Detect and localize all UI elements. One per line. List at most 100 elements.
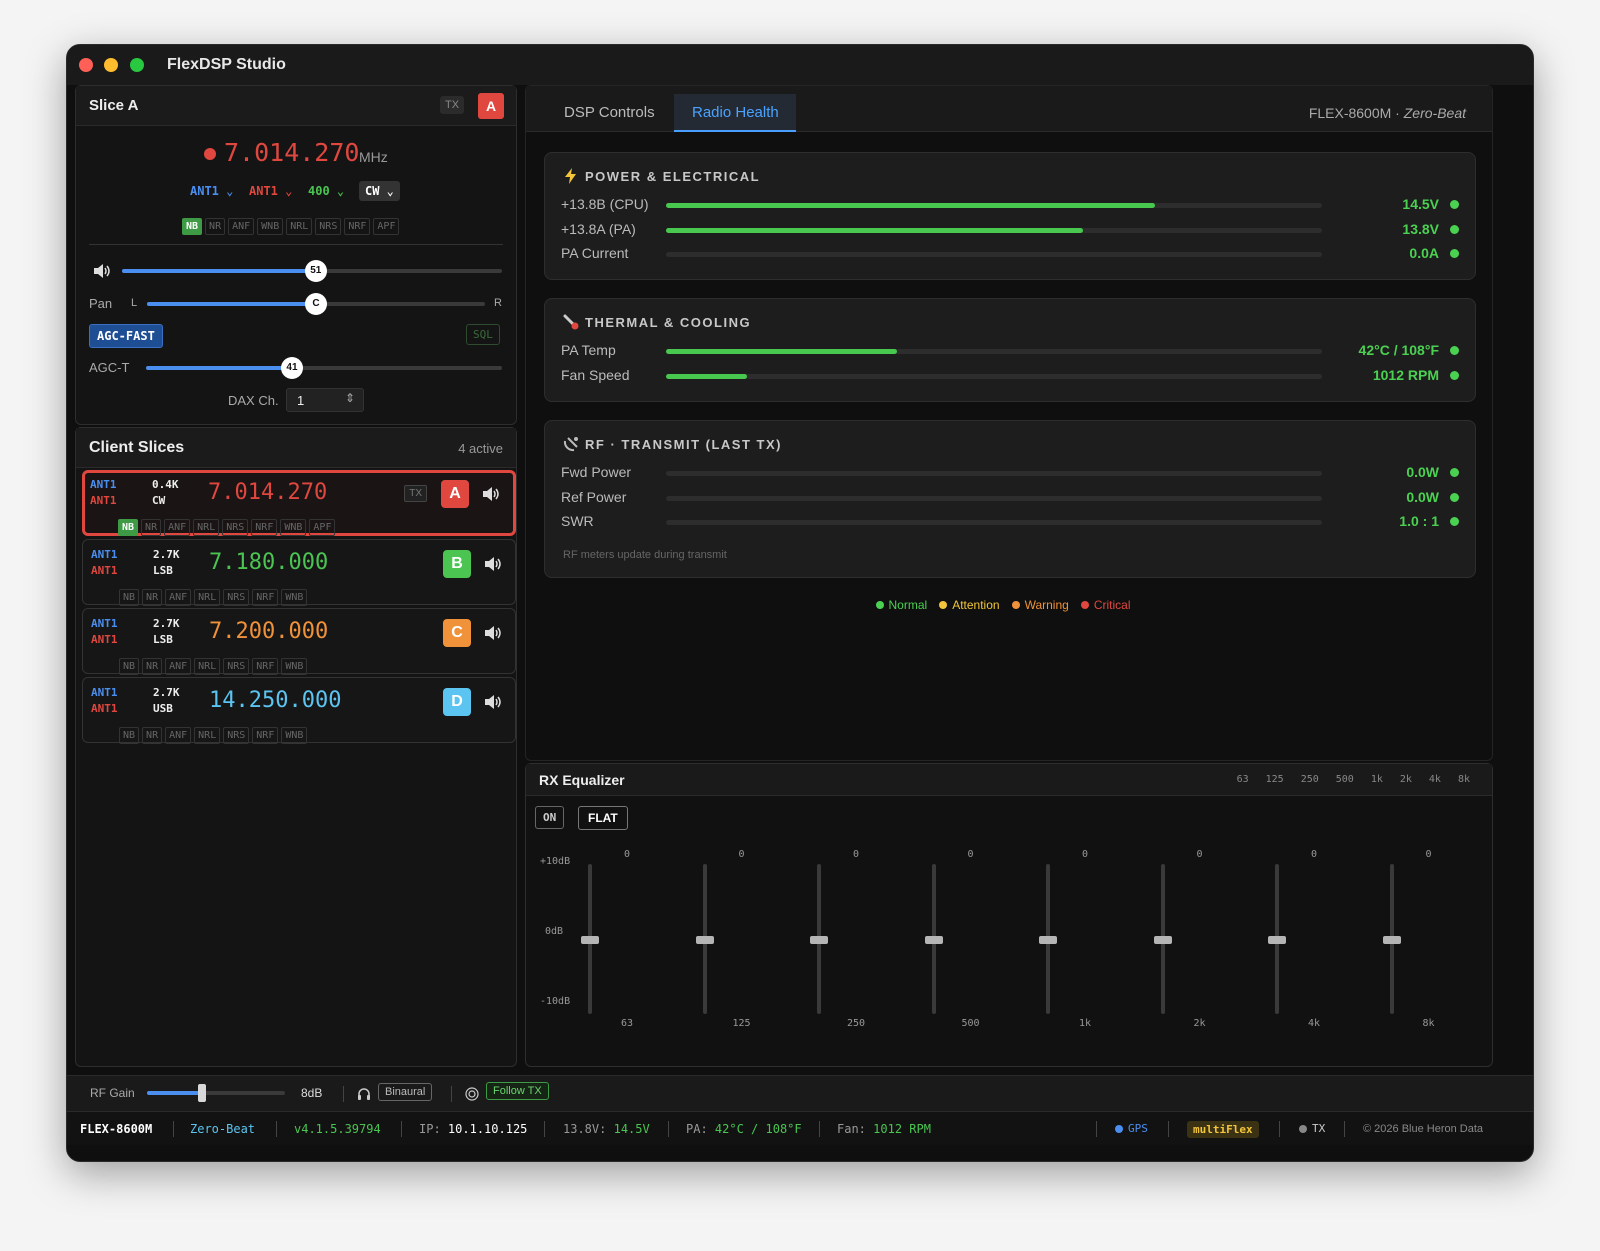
eq-band-slider[interactable]: 0 1k — [1039, 802, 1091, 1029]
dsp-tag[interactable]: APF — [373, 218, 400, 235]
eq-band-slider[interactable]: 0 500 — [924, 802, 980, 1029]
agc-mode-button[interactable]: AGC-FAST — [89, 324, 163, 348]
eq-band-thumb[interactable] — [581, 936, 599, 944]
client-slice-row[interactable]: ANT1 ANT1 2.7K USB 14.250.000 D NB NR ANF NRL NRS N… — [82, 677, 516, 744]
eq-band-slider[interactable]: 0 63 — [581, 802, 633, 1029]
dsp-tag[interactable]: WNB — [281, 727, 308, 744]
dsp-tag[interactable]: NR — [142, 589, 163, 606]
dsp-tag[interactable]: WNB — [281, 658, 308, 675]
dsp-tag[interactable]: NB — [118, 519, 139, 536]
dsp-tag[interactable]: NR — [141, 519, 162, 536]
dsp-tag[interactable]: NB — [182, 218, 203, 235]
speaker-icon[interactable] — [483, 623, 503, 643]
slice-rx-antenna[interactable]: ANT1 — [91, 686, 118, 699]
tab-dsp-controls[interactable]: DSP Controls — [564, 104, 655, 121]
dsp-tag[interactable]: ANF — [165, 658, 192, 675]
slice-rx-antenna[interactable]: ANT1 — [90, 478, 117, 491]
dsp-tag[interactable]: NRS — [223, 589, 250, 606]
dsp-tag[interactable]: NB — [119, 658, 140, 675]
eq-band-thumb[interactable] — [695, 936, 714, 944]
rf-gain-thumb[interactable] — [198, 1084, 207, 1102]
minimize-window-button[interactable] — [104, 58, 118, 72]
dsp-tag[interactable]: NRL — [194, 658, 221, 675]
dsp-tag[interactable]: NRF — [252, 727, 279, 744]
slice-tx-antenna[interactable]: ANT1 — [90, 494, 117, 507]
agc-t-slider[interactable]: 41 — [146, 357, 502, 379]
slice-frequency[interactable]: 7.180.000 — [209, 550, 328, 575]
dsp-tag[interactable]: NRL — [286, 218, 313, 235]
slice-letter-badge[interactable]: C — [443, 619, 471, 647]
slice-letter-badge[interactable]: A — [441, 480, 469, 508]
squelch-button[interactable]: SQL — [466, 324, 500, 345]
client-slice-row[interactable]: ANT1 ANT1 2.7K LSB 7.200.000 C NB NR ANF NRL NRS NR… — [82, 608, 516, 675]
dax-channel-stepper[interactable]: 1 ⇕ — [286, 388, 364, 412]
dsp-tag[interactable]: APF — [309, 519, 336, 536]
eq-band-thumb[interactable] — [1382, 936, 1401, 944]
dsp-tag[interactable]: NRS — [315, 218, 342, 235]
slice-rx-antenna[interactable]: ANT1 — [91, 617, 118, 630]
stepper-arrows-icon[interactable]: ⇕ — [345, 391, 355, 405]
maximize-window-button[interactable] — [130, 58, 144, 72]
dsp-tag[interactable]: WNB — [257, 218, 284, 235]
rx-antenna-select[interactable]: ANT1 ⌄ — [190, 184, 233, 198]
slice-frequency[interactable]: 14.250.000 — [209, 688, 341, 713]
slice-tx-antenna[interactable]: ANT1 — [91, 702, 118, 715]
dsp-tag[interactable]: WNB — [281, 589, 308, 606]
slice-frequency[interactable]: 7.014.270 — [208, 480, 327, 505]
dsp-tag[interactable]: ANF — [228, 218, 255, 235]
dsp-tag[interactable]: NB — [119, 727, 140, 744]
tx-button[interactable]: TX — [440, 96, 465, 114]
pan-slider-knob[interactable]: C — [305, 293, 327, 315]
speaker-icon[interactable] — [483, 692, 503, 712]
eq-band-thumb[interactable] — [924, 936, 943, 944]
rf-gain-slider[interactable] — [147, 1084, 285, 1102]
slice-rx-antenna[interactable]: ANT1 — [91, 548, 118, 561]
client-slice-row[interactable]: ANT1 ANT1 0.4K CW 7.014.270 A TX NB NR ANF NRL NRS N… — [82, 470, 516, 536]
slice-tx-antenna[interactable]: ANT1 — [91, 633, 118, 646]
eq-band-slider[interactable]: 0 8k — [1382, 802, 1435, 1029]
pan-slider[interactable]: C — [147, 293, 485, 315]
slice-frequency[interactable]: 7.014.270 — [224, 138, 359, 167]
multiflex-badge[interactable]: multiFlex — [1187, 1121, 1259, 1138]
slice-frequency[interactable]: 7.200.000 — [209, 619, 328, 644]
tab-radio-health[interactable]: Radio Health — [674, 94, 796, 132]
eq-band-slider[interactable]: 0 4k — [1268, 802, 1320, 1029]
dsp-tag[interactable]: NRL — [194, 727, 221, 744]
dsp-tag[interactable]: NRL — [193, 519, 220, 536]
dsp-tag[interactable]: NRS — [223, 727, 250, 744]
dsp-tag[interactable]: NRF — [252, 589, 279, 606]
dsp-tag[interactable]: NRS — [223, 658, 250, 675]
slice-tx-button[interactable]: TX — [404, 485, 427, 502]
eq-band-thumb[interactable] — [810, 936, 828, 944]
dsp-tag[interactable]: NRL — [194, 589, 221, 606]
speaker-icon[interactable] — [481, 484, 501, 504]
dsp-tag[interactable]: WNB — [280, 519, 307, 536]
eq-band-thumb[interactable] — [1268, 936, 1286, 944]
dsp-tag[interactable]: NR — [205, 218, 226, 235]
eq-band-slider[interactable]: 0 125 — [695, 802, 751, 1029]
volume-slider-knob[interactable]: 51 — [304, 260, 327, 282]
dsp-tag[interactable]: ANF — [165, 589, 192, 606]
eq-band-slider[interactable]: 0 250 — [810, 802, 865, 1029]
eq-band-thumb[interactable] — [1153, 936, 1172, 944]
slice-tx-antenna[interactable]: ANT1 — [91, 564, 118, 577]
slice-letter-badge[interactable]: B — [443, 550, 471, 578]
follow-tx-button[interactable]: Follow TX — [486, 1082, 549, 1100]
dsp-tag[interactable]: NRF — [251, 519, 278, 536]
volume-slider[interactable]: 51 — [122, 260, 502, 282]
dsp-tag[interactable]: NRF — [344, 218, 371, 235]
dsp-tag[interactable]: NR — [142, 658, 163, 675]
eq-band-slider[interactable]: 0 2k — [1153, 802, 1206, 1029]
dsp-tag[interactable]: ANF — [164, 519, 191, 536]
dsp-tag[interactable]: NR — [142, 727, 163, 744]
dsp-tag[interactable]: NB — [119, 589, 140, 606]
tx-antenna-select[interactable]: ANT1 ⌄ — [249, 184, 292, 198]
slice-letter-badge[interactable]: D — [443, 688, 471, 716]
client-slice-row[interactable]: ANT1 ANT1 2.7K LSB 7.180.000 B NB NR ANF NRL NRS NR… — [82, 539, 516, 606]
dsp-tag[interactable]: NRS — [222, 519, 249, 536]
bandwidth-select[interactable]: 400 ⌄ — [308, 184, 344, 198]
close-window-button[interactable] — [79, 58, 93, 72]
mode-select[interactable]: CW ⌄ — [359, 181, 400, 201]
slice-letter-badge[interactable]: A — [478, 93, 504, 119]
agc-t-slider-knob[interactable]: 41 — [280, 357, 303, 379]
